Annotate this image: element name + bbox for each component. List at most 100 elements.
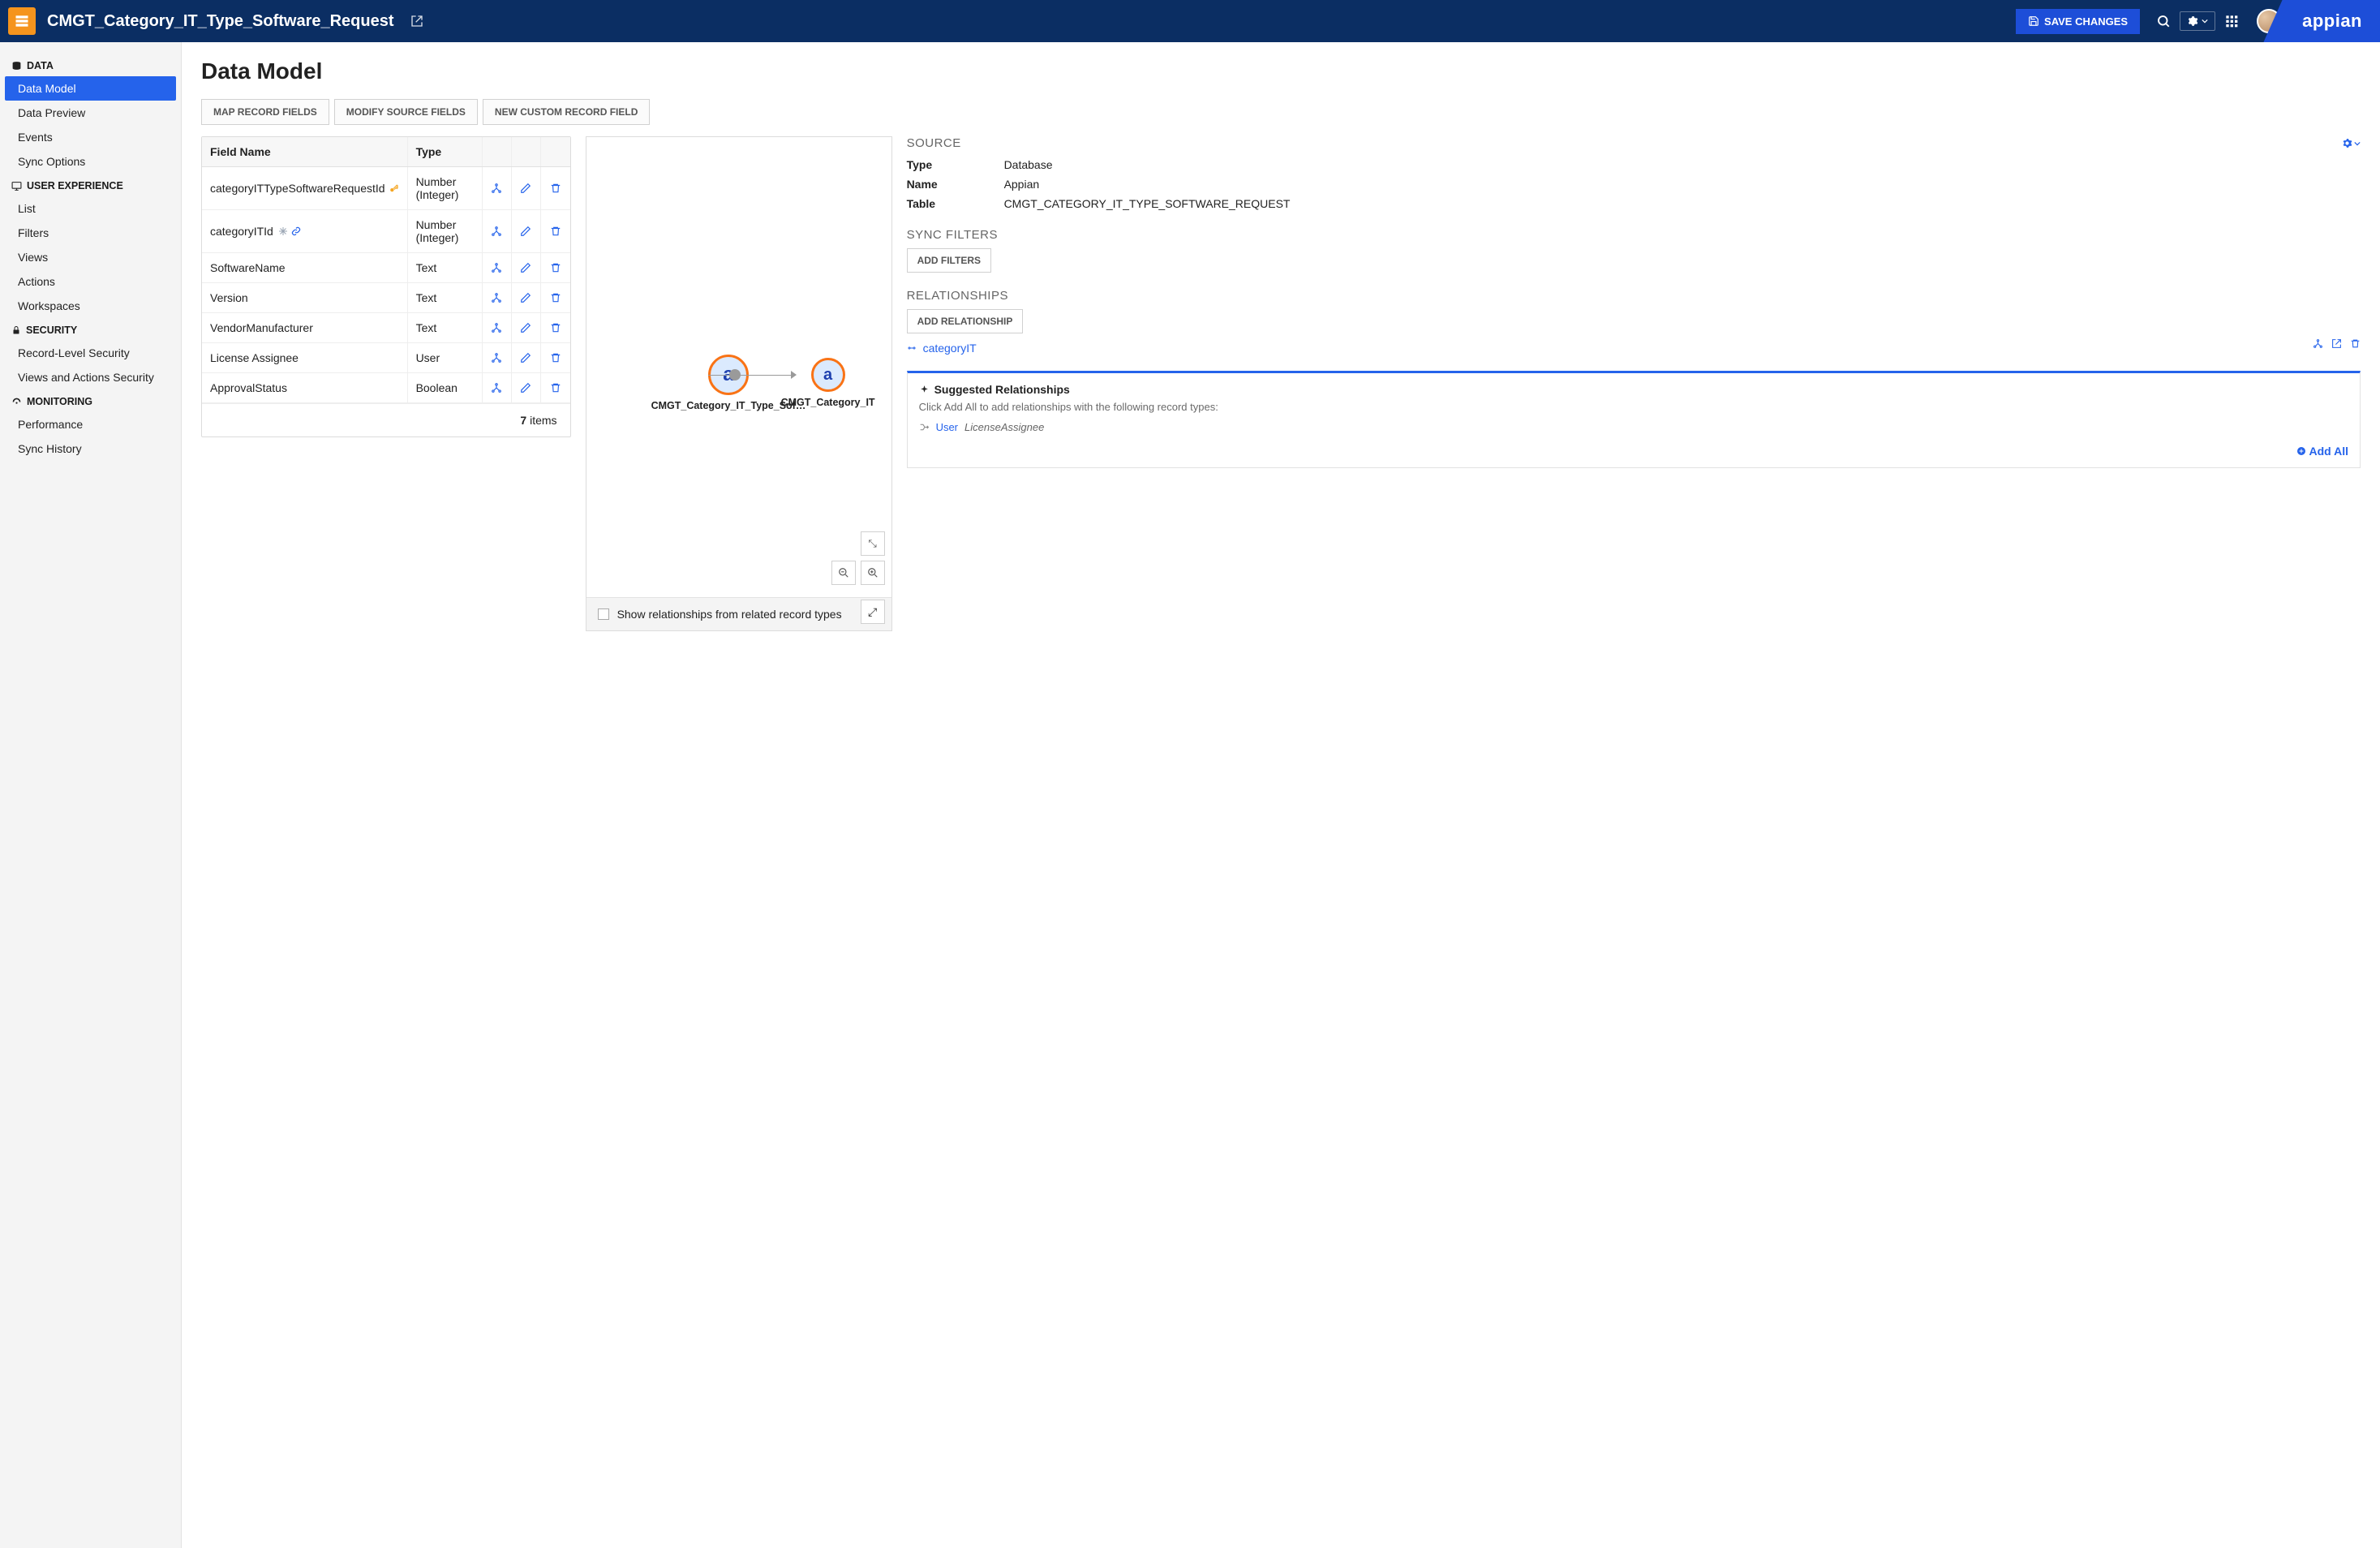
sync-filters-title: SYNC FILTERS	[907, 228, 2361, 242]
lock-icon	[11, 325, 21, 335]
chevron-down-icon	[2202, 18, 2208, 24]
field-edit-icon[interactable]	[512, 283, 541, 312]
diagram-node-related[interactable]: a CMGT_Category_IT	[781, 358, 875, 408]
table-row: categoryITTypeSoftwareRequestId Number (…	[202, 167, 570, 210]
tab-new-custom-record-field[interactable]: NEW CUSTOM RECORD FIELD	[483, 99, 650, 125]
source-title: SOURCE	[907, 136, 961, 150]
chevron-down-icon	[2354, 140, 2361, 147]
field-edit-icon[interactable]	[512, 167, 541, 209]
field-delete-icon[interactable]	[541, 343, 570, 372]
field-name-cell: Version	[202, 283, 408, 312]
nav-header-data: DATA	[0, 54, 181, 76]
nav-sync-options[interactable]: Sync Options	[0, 149, 181, 174]
diagram-expand-icon[interactable]: ⤢	[861, 600, 885, 624]
search-icon[interactable]	[2148, 6, 2179, 37]
save-changes-button[interactable]: SAVE CHANGES	[2016, 9, 2140, 34]
field-edit-icon[interactable]	[512, 253, 541, 282]
table-row: categoryITId Number (Integer)	[202, 210, 570, 253]
suggested-user-link[interactable]: User	[936, 421, 958, 433]
field-delete-icon[interactable]	[541, 283, 570, 312]
nav-header-security: SECURITY	[0, 318, 181, 341]
nav-data-preview[interactable]: Data Preview	[0, 101, 181, 125]
brand-logo: appian	[2291, 0, 2380, 42]
topbar: CMGT_Category_IT_Type_Software_Request S…	[0, 0, 2380, 42]
nav-actions[interactable]: Actions	[0, 269, 181, 294]
relationship-delete-icon[interactable]	[2350, 338, 2361, 349]
diagram-fit-icon[interactable]: ⤡	[861, 531, 885, 556]
nav-record-level-security[interactable]: Record-Level Security	[0, 341, 181, 365]
field-name-cell: License Assignee	[202, 343, 408, 372]
link-icon	[291, 226, 301, 236]
gauge-icon	[11, 397, 22, 407]
field-type-cell: Text	[408, 253, 483, 282]
database-icon	[11, 61, 22, 71]
app-icon	[8, 7, 36, 35]
field-name-cell: categoryITTypeSoftwareRequestId	[202, 167, 408, 209]
relationship-network-icon[interactable]	[2313, 338, 2323, 349]
field-relations-icon[interactable]	[483, 167, 512, 209]
field-edit-icon[interactable]	[512, 373, 541, 402]
relationships-title: RELATIONSHIPS	[907, 289, 2361, 303]
table-row: ApprovalStatusBoolean	[202, 373, 570, 403]
tab-modify-source-fields[interactable]: MODIFY SOURCE FIELDS	[334, 99, 478, 125]
external-link-icon[interactable]	[410, 15, 423, 28]
relationship-diagram[interactable]: a CMGT_Category_IT_Type_Sof… a CMGT_Cate…	[586, 136, 892, 631]
field-name-cell: categoryITId	[202, 210, 408, 252]
field-relations-icon[interactable]	[483, 343, 512, 372]
table-row: SoftwareNameText	[202, 253, 570, 283]
field-type-cell: Text	[408, 313, 483, 342]
field-relations-icon[interactable]	[483, 283, 512, 312]
field-delete-icon[interactable]	[541, 167, 570, 209]
nav-workspaces[interactable]: Workspaces	[0, 294, 181, 318]
nav-sync-history[interactable]: Sync History	[0, 436, 181, 461]
field-delete-icon[interactable]	[541, 253, 570, 282]
main-title: Data Model	[201, 58, 2361, 84]
apps-grid-icon[interactable]	[2216, 6, 2247, 37]
tab-map-record-fields[interactable]: MAP RECORD FIELDS	[201, 99, 329, 125]
field-relations-icon[interactable]	[483, 373, 512, 402]
col-field-name: Field Name	[202, 137, 408, 166]
relationship-edit-icon[interactable]	[2331, 338, 2342, 349]
add-relationship-button[interactable]: ADD RELATIONSHIP	[907, 309, 1024, 333]
nav-data-model[interactable]: Data Model	[5, 76, 176, 101]
nav-list[interactable]: List	[0, 196, 181, 221]
suggested-relationships: Suggested Relationships Click Add All to…	[907, 371, 2361, 468]
field-delete-icon[interactable]	[541, 373, 570, 402]
col-type: Type	[408, 137, 483, 166]
right-panel: SOURCE TypeDatabase NameAppian TableCMGT…	[907, 136, 2361, 468]
field-type-cell: Text	[408, 283, 483, 312]
field-edit-icon[interactable]	[512, 210, 541, 252]
diagram-edge-dot	[729, 369, 741, 381]
table-footer: 7items	[202, 403, 570, 436]
table-row: VendorManufacturerText	[202, 313, 570, 343]
field-delete-icon[interactable]	[541, 313, 570, 342]
add-all-button[interactable]: Add All	[919, 445, 2348, 458]
field-delete-icon[interactable]	[541, 210, 570, 252]
add-filters-button[interactable]: ADD FILTERS	[907, 248, 991, 273]
nav-header-monitoring: MONITORING	[0, 389, 181, 412]
nav-views[interactable]: Views	[0, 245, 181, 269]
field-edit-icon[interactable]	[512, 343, 541, 372]
relationship-item[interactable]: categoryIT	[907, 342, 2361, 355]
settings-menu[interactable]	[2182, 6, 2213, 37]
field-type-cell: Number (Integer)	[408, 210, 483, 252]
field-relations-icon[interactable]	[483, 253, 512, 282]
page-title: CMGT_Category_IT_Type_Software_Request	[47, 12, 394, 31]
show-related-checkbox[interactable]	[598, 608, 609, 620]
fields-table: Field Name Type categoryITTypeSoftwareRe…	[201, 136, 571, 437]
monitor-icon	[11, 181, 22, 191]
nav-header-ux: USER EXPERIENCE	[0, 174, 181, 196]
sparkle-icon	[919, 385, 930, 395]
field-relations-icon[interactable]	[483, 210, 512, 252]
source-settings-icon[interactable]	[2342, 138, 2361, 148]
field-type-cell: User	[408, 343, 483, 372]
nav-events[interactable]: Events	[0, 125, 181, 149]
diagram-zoom-out-icon[interactable]	[831, 561, 856, 585]
field-relations-icon[interactable]	[483, 313, 512, 342]
nav-views-actions-security[interactable]: Views and Actions Security	[0, 365, 181, 389]
nav-filters[interactable]: Filters	[0, 221, 181, 245]
table-row: VersionText	[202, 283, 570, 313]
nav-performance[interactable]: Performance	[0, 412, 181, 436]
diagram-zoom-in-icon[interactable]	[861, 561, 885, 585]
field-edit-icon[interactable]	[512, 313, 541, 342]
